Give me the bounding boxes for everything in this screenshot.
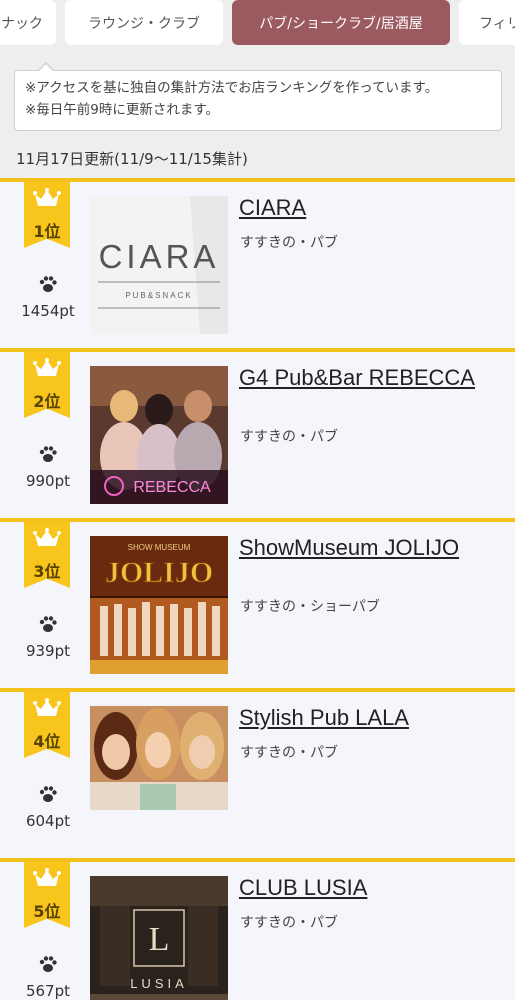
tab-pub-show-izakaya[interactable]: パブ/ショークラブ/居酒屋 <box>232 0 450 45</box>
ranking-item[interactable]: 4位 604pt Stylish Pub LALA すすきの・パブ <box>0 688 515 858</box>
shop-thumbnail[interactable]: L LUSIA <box>90 876 228 1000</box>
rank-badge: 3位 <box>24 522 70 588</box>
points-value: 939pt <box>25 642 71 660</box>
ranking-item[interactable]: 3位 939pt SHOW MUSEUM JOLIJO ShowMuseum J… <box>0 518 515 688</box>
crown-icon <box>33 528 61 546</box>
rank-badge: 4位 <box>24 692 70 758</box>
points-value: 990pt <box>25 472 71 490</box>
rank-badge: 2位 <box>24 352 70 418</box>
ranking-notice: ※アクセスを基に独自の集計方法でお店ランキングを作っています。 ※毎日午前9時に… <box>14 62 502 131</box>
shop-thumbnail[interactable]: SHOW MUSEUM JOLIJO <box>90 536 228 674</box>
shop-category: すすきの・パブ <box>240 915 338 931</box>
svg-text:L: L <box>149 921 170 958</box>
shop-thumbnail[interactable]: CIARA PUB&SNACK <box>90 196 228 334</box>
notice-line-2: ※毎日午前9時に更新されます。 <box>25 102 220 118</box>
shop-name-link[interactable]: CIARA <box>239 196 489 220</box>
crown-icon <box>33 358 61 376</box>
crown-icon <box>33 868 61 886</box>
tab-lounge-club[interactable]: ラウンジ・クラブ <box>65 0 223 45</box>
thumb-logo-text: LUSIA <box>130 976 188 991</box>
tab-snack[interactable]: ナック <box>0 0 56 45</box>
paw-icon <box>39 956 57 972</box>
paw-icon <box>39 276 57 292</box>
shop-name-link[interactable]: CLUB LUSIA <box>239 876 489 900</box>
paw-icon <box>39 616 57 632</box>
update-date: 11月17日更新(11/9〜11/15集計) <box>16 150 248 168</box>
thumb-sub-text: SHOW MUSEUM <box>128 543 191 552</box>
tab-philippine[interactable]: フィリ <box>459 0 515 45</box>
rank-badge: 1位 <box>24 182 70 248</box>
ranking-item[interactable]: 2位 990pt REBECCA G4 Pub&Bar REBECCA すすきの… <box>0 348 515 518</box>
shop-category: すすきの・ショーパブ <box>240 599 380 615</box>
shop-name-link[interactable]: ShowMuseum JOLIJO <box>239 536 489 560</box>
points-value: 1454pt <box>21 302 75 320</box>
shop-category: すすきの・パブ <box>240 429 338 445</box>
shop-name-link[interactable]: Stylish Pub LALA <box>239 706 489 730</box>
rank-label: 5位 <box>33 902 61 921</box>
thumb-logo-text: CIARA <box>99 238 220 275</box>
points-value: 567pt <box>25 982 71 1000</box>
paw-icon <box>39 446 57 462</box>
rank-label: 1位 <box>33 222 61 241</box>
category-tabs: ナック ラウンジ・クラブ パブ/ショークラブ/居酒屋 フィリ <box>0 0 515 52</box>
points-value: 604pt <box>25 812 71 830</box>
rank-label: 3位 <box>33 562 61 581</box>
shop-category: すすきの・パブ <box>240 745 338 761</box>
thumb-logo-text: REBECCA <box>133 479 211 496</box>
rank-label: 4位 <box>33 732 61 751</box>
shop-thumbnail[interactable] <box>90 706 228 810</box>
thumb-sub-text: PUB&SNACK <box>125 291 192 300</box>
shop-thumbnail[interactable]: REBECCA <box>90 366 228 504</box>
ranking-item[interactable]: 1位 1454pt CIARA PUB&SNACK CIARA すすきの・パブ <box>0 178 515 348</box>
crown-icon <box>33 698 61 716</box>
rank-label: 2位 <box>33 392 61 411</box>
rank-badge: 5位 <box>24 862 70 928</box>
notice-line-1: ※アクセスを基に独自の集計方法でお店ランキングを作っています。 <box>25 80 439 96</box>
crown-icon <box>33 188 61 206</box>
thumb-logo-text: JOLIJO <box>105 556 213 589</box>
ranking-list: 1位 1454pt CIARA PUB&SNACK CIARA すすきの・パブ … <box>0 178 515 1000</box>
paw-icon <box>39 786 57 802</box>
shop-category: すすきの・パブ <box>240 235 338 251</box>
shop-name-link[interactable]: G4 Pub&Bar REBECCA <box>239 366 489 390</box>
ranking-item[interactable]: 5位 567pt L LUSIA CLUB LUSIA すすきの・パブ <box>0 858 515 1000</box>
